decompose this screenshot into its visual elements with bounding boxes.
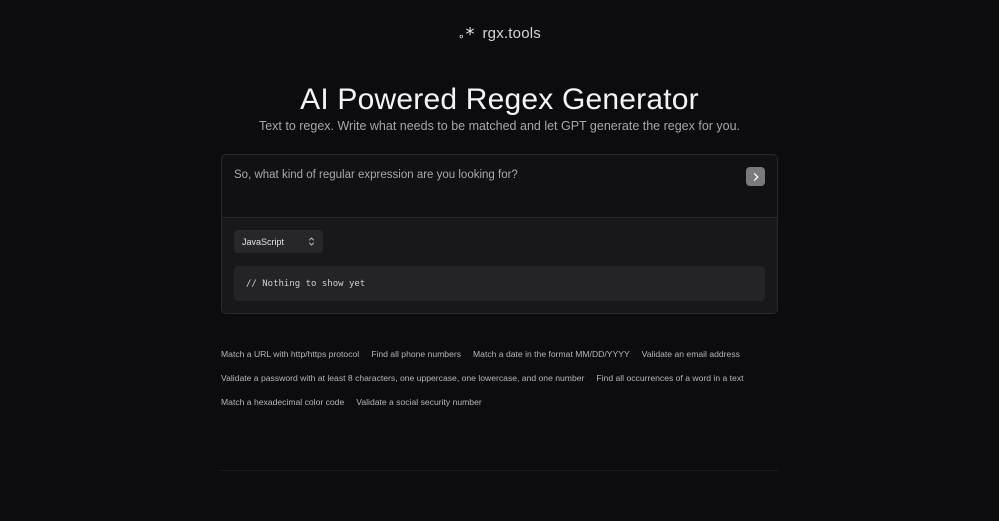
example-row: Match a URL with http/https protocol Fin… — [221, 342, 781, 366]
generator-card: So, what kind of regular expression are … — [221, 154, 778, 314]
language-select[interactable]: JavaScript — [234, 230, 323, 253]
language-select-value: JavaScript — [242, 236, 285, 247]
page-subtitle: Text to regex. Write what needs to be ma… — [258, 119, 741, 133]
example-link[interactable]: Match a hexadecimal color code — [221, 397, 344, 407]
result-area: JavaScript // Nothing to show yet — [222, 218, 777, 313]
brand-header[interactable]: ∘ * rgx.tools — [0, 22, 999, 44]
example-row: Validate a password with at least 8 char… — [221, 366, 781, 390]
regex-logo-icon: ∘ * — [458, 24, 475, 45]
example-prompts: Match a URL with http/https protocol Fin… — [221, 342, 781, 414]
example-link[interactable]: Validate a social security number — [356, 397, 481, 407]
example-link[interactable]: Validate a password with at least 8 char… — [221, 373, 584, 383]
prompt-input[interactable]: So, what kind of regular expression are … — [234, 169, 518, 181]
chevron-up-down-icon — [309, 237, 314, 246]
prompt-area[interactable]: So, what kind of regular expression are … — [222, 155, 777, 218]
example-row: Match a hexadecimal color code Validate … — [221, 390, 781, 414]
page-title: AI Powered Regex Generator — [300, 83, 699, 116]
regex-output-text: // Nothing to show yet — [246, 278, 366, 289]
example-link[interactable]: Match a URL with http/https protocol — [221, 349, 359, 359]
brand-name: rgx.tools — [482, 24, 541, 42]
footer-divider — [221, 470, 778, 471]
chevron-right-icon — [753, 172, 758, 181]
example-link[interactable]: Validate an email address — [642, 349, 740, 359]
example-link[interactable]: Match a date in the format MM/DD/YYYY — [473, 349, 630, 359]
example-link[interactable]: Find all occurrences of a word in a text — [596, 373, 743, 383]
example-link[interactable]: Find all phone numbers — [371, 349, 461, 359]
submit-button[interactable] — [746, 167, 765, 186]
regex-output: // Nothing to show yet — [234, 266, 765, 301]
